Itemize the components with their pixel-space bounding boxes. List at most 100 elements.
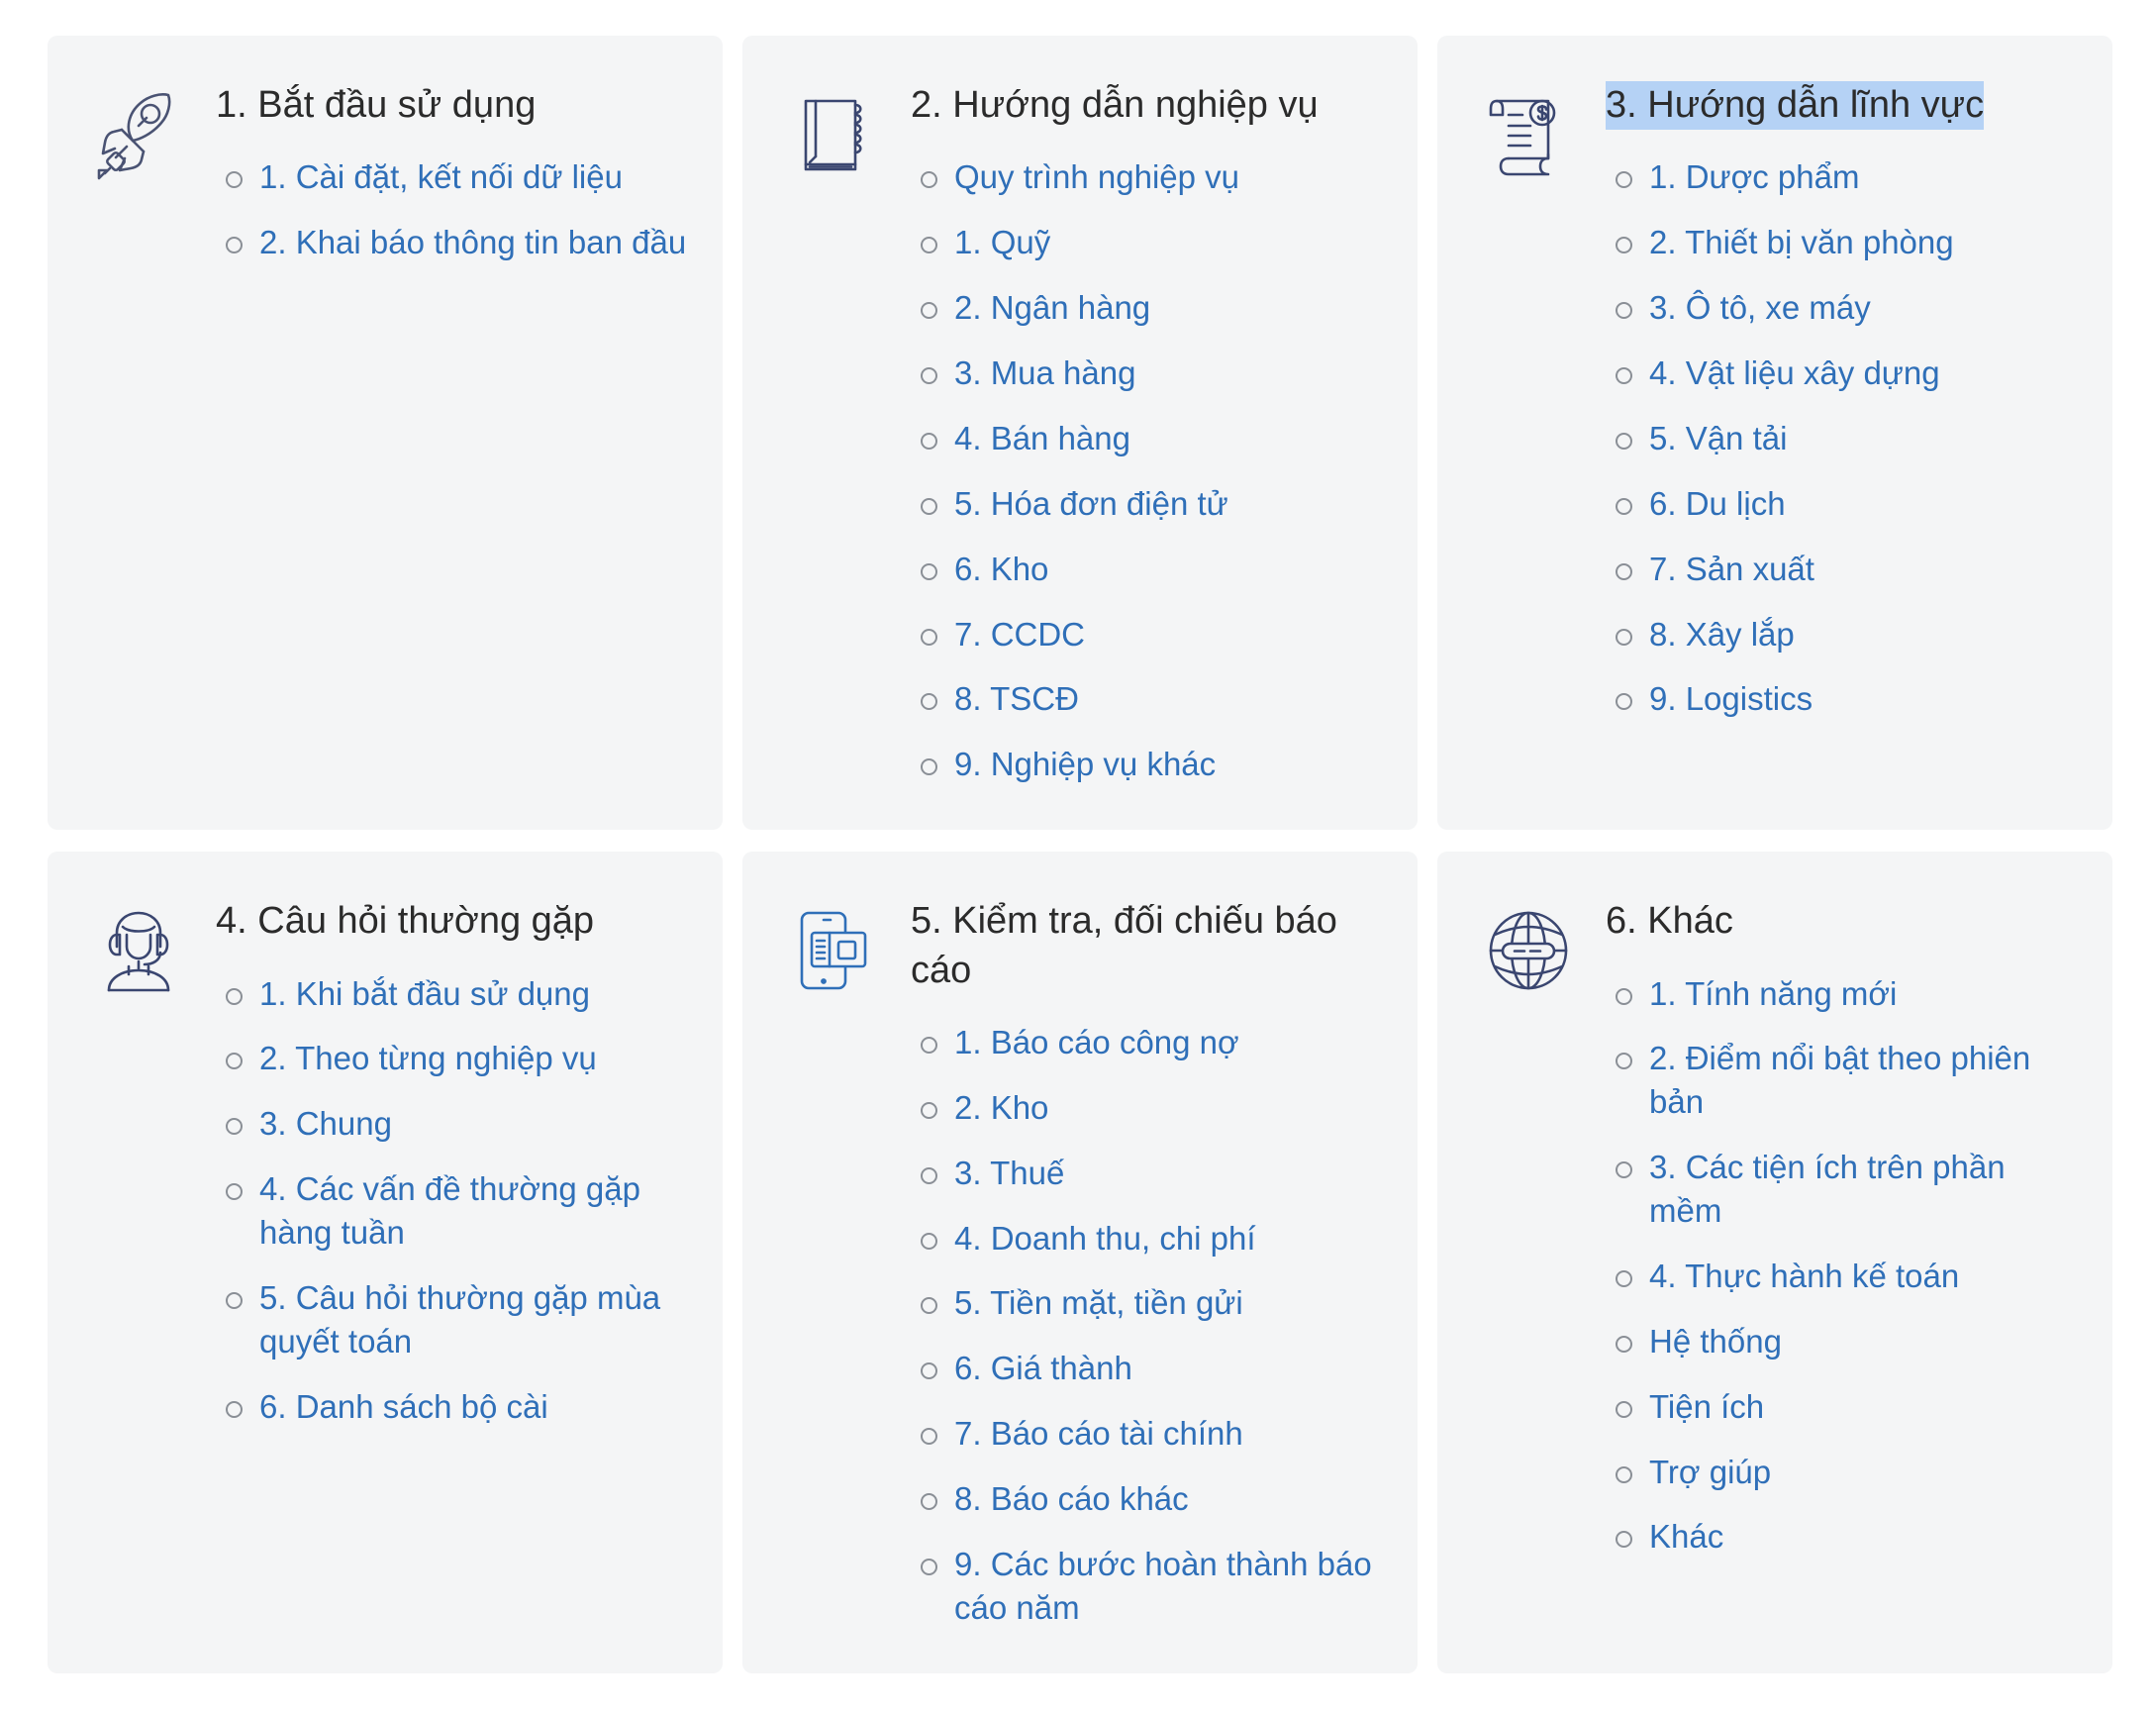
card-faq: 4. Câu hỏi thường gặp 1. Khi bắt đầu sử … (48, 852, 723, 1673)
list-item[interactable]: 4. Vật liệu xây dựng (1606, 352, 2077, 395)
card-link[interactable]: 5. Câu hỏi thường gặp mùa quyết toán (259, 1279, 660, 1360)
list-item[interactable]: 7. CCDC (911, 613, 1382, 656)
card-link[interactable]: 5. Vận tải (1649, 420, 1787, 456)
card-link[interactable]: 3. Chung (259, 1105, 392, 1142)
list-item[interactable]: Hệ thống (1606, 1320, 2077, 1363)
list-item[interactable]: 8. Xây lắp (1606, 613, 2077, 656)
list-item[interactable]: 3. Chung (216, 1102, 687, 1146)
list-item[interactable]: 3. Các tiện ích trên phần mềm (1606, 1146, 2077, 1233)
list-item[interactable]: 5. Vận tải (1606, 417, 2077, 460)
card-link[interactable]: 2. Theo từng nghiệp vụ (259, 1040, 597, 1076)
list-item[interactable]: 4. Các vấn đề thường gặp hàng tuần (216, 1167, 687, 1255)
card-link[interactable]: 2. Khai báo thông tin ban đầu (259, 224, 686, 260)
card-link[interactable]: 4. Doanh thu, chi phí (954, 1220, 1256, 1257)
list-item[interactable]: 1. Báo cáo công nợ (911, 1021, 1382, 1064)
list-item[interactable]: 4. Doanh thu, chi phí (911, 1217, 1382, 1260)
list-item[interactable]: 6. Danh sách bộ cài (216, 1385, 687, 1429)
card-link[interactable]: 4. Thực hành kế toán (1649, 1258, 1959, 1294)
list-item[interactable]: 7. Sản xuất (1606, 548, 2077, 591)
list-item[interactable]: 3. Thuế (911, 1152, 1382, 1195)
card-link[interactable]: 7. CCDC (954, 616, 1085, 653)
card-link[interactable]: 3. Thuế (954, 1155, 1064, 1191)
card-link[interactable]: 1. Tính năng mới (1649, 975, 1897, 1012)
card-link[interactable]: 8. Báo cáo khác (954, 1480, 1189, 1517)
list-item[interactable]: 9. Logistics (1606, 677, 2077, 721)
list-item[interactable]: 5. Câu hỏi thường gặp mùa quyết toán (216, 1276, 687, 1363)
card-body: 3. Hướng dẫn lĩnh vực 1. Dược phẩm 2. Th… (1606, 79, 2077, 721)
list-item[interactable]: 9. Các bước hoàn thành báo cáo năm (911, 1543, 1382, 1630)
card-link[interactable]: Hệ thống (1649, 1323, 1782, 1360)
list-item[interactable]: 8. TSCĐ (911, 677, 1382, 721)
card-link[interactable]: 1. Dược phẩm (1649, 158, 1859, 195)
card-link[interactable]: 5. Tiền mặt, tiền gửi (954, 1284, 1243, 1321)
card-link[interactable]: 6. Danh sách bộ cài (259, 1388, 548, 1425)
card-other: 6. Khác 1. Tính năng mới 2. Điểm nổi bật… (1437, 852, 2112, 1673)
list-item[interactable]: 2. Theo từng nghiệp vụ (216, 1037, 687, 1080)
card-link[interactable]: 2. Điểm nổi bật theo phiên bản (1649, 1040, 2030, 1120)
card-link[interactable]: 2. Kho (954, 1089, 1048, 1126)
list-item[interactable]: 4. Thực hành kế toán (1606, 1255, 2077, 1298)
card-link[interactable]: 6. Du lịch (1649, 485, 1786, 522)
list-item[interactable]: 3. Ô tô, xe máy (1606, 286, 2077, 330)
card-link-list: 1. Dược phẩm 2. Thiết bị văn phòng 3. Ô … (1606, 155, 2077, 721)
list-item[interactable]: 2. Khai báo thông tin ban đầu (216, 221, 687, 264)
card-link[interactable]: 2. Thiết bị văn phòng (1649, 224, 1954, 260)
list-item[interactable]: Tiện ích (1606, 1385, 2077, 1429)
card-link[interactable]: 1. Khi bắt đầu sử dụng (259, 975, 590, 1012)
card-link[interactable]: 6. Giá thành (954, 1350, 1132, 1386)
list-item[interactable]: 3. Mua hàng (911, 352, 1382, 395)
list-item[interactable]: 1. Dược phẩm (1606, 155, 2077, 199)
list-item[interactable]: Khác (1606, 1515, 2077, 1559)
list-item[interactable]: 8. Báo cáo khác (911, 1477, 1382, 1521)
card-link[interactable]: 8. Xây lắp (1649, 616, 1795, 653)
list-item[interactable]: 2. Kho (911, 1086, 1382, 1130)
card-link[interactable]: 4. Các vấn đề thường gặp hàng tuần (259, 1170, 640, 1251)
card-link[interactable]: 7. Sản xuất (1649, 551, 1814, 587)
list-item[interactable]: 6. Giá thành (911, 1347, 1382, 1390)
list-item[interactable]: 6. Du lịch (1606, 482, 2077, 526)
card-link[interactable]: Quy trình nghiệp vụ (954, 158, 1239, 195)
list-item[interactable]: 4. Bán hàng (911, 417, 1382, 460)
card-link[interactable]: 1. Cài đặt, kết nối dữ liệu (259, 158, 623, 195)
notebook-icon (782, 79, 885, 182)
card-title: 2. Hướng dẫn nghiệp vụ (911, 84, 1319, 126)
list-item[interactable]: 9. Nghiệp vụ khác (911, 743, 1382, 786)
card-link[interactable]: 9. Logistics (1649, 680, 1813, 717)
list-item[interactable]: Quy trình nghiệp vụ (911, 155, 1382, 199)
card-link[interactable]: 5. Hóa đơn điện tử (954, 485, 1228, 522)
card-link[interactable]: 4. Vật liệu xây dựng (1649, 354, 1940, 391)
list-item[interactable]: 1. Cài đặt, kết nối dữ liệu (216, 155, 687, 199)
card-report-check: 5. Kiểm tra, đối chiếu báo cáo 1. Báo cá… (742, 852, 1418, 1673)
card-link[interactable]: Tiện ích (1649, 1388, 1764, 1425)
card-body: 6. Khác 1. Tính năng mới 2. Điểm nổi bật… (1606, 895, 2077, 1559)
list-item[interactable]: 5. Tiền mặt, tiền gửi (911, 1281, 1382, 1325)
card-link[interactable]: 9. Nghiệp vụ khác (954, 746, 1216, 782)
list-item[interactable]: 1. Quỹ (911, 221, 1382, 264)
card-link[interactable]: Trợ giúp (1649, 1454, 1771, 1490)
list-item[interactable]: 2. Điểm nổi bật theo phiên bản (1606, 1037, 2077, 1124)
list-item[interactable]: 5. Hóa đơn điện tử (911, 482, 1382, 526)
card-link[interactable]: 1. Quỹ (954, 224, 1050, 260)
list-item[interactable]: 1. Tính năng mới (1606, 972, 2077, 1016)
list-item[interactable]: Trợ giúp (1606, 1451, 2077, 1494)
mobile-report-icon (782, 895, 885, 998)
card-link[interactable]: 2. Ngân hàng (954, 289, 1150, 326)
card-link[interactable]: 6. Kho (954, 551, 1048, 587)
card-link[interactable]: 3. Mua hàng (954, 354, 1135, 391)
card-link[interactable]: 3. Ô tô, xe máy (1649, 289, 1871, 326)
list-item[interactable]: 1. Khi bắt đầu sử dụng (216, 972, 687, 1016)
card-link[interactable]: 9. Các bước hoàn thành báo cáo năm (954, 1546, 1372, 1626)
card-link[interactable]: 7. Báo cáo tài chính (954, 1415, 1243, 1452)
list-item[interactable]: 2. Ngân hàng (911, 286, 1382, 330)
list-item[interactable]: 2. Thiết bị văn phòng (1606, 221, 2077, 264)
card-link[interactable]: Khác (1649, 1518, 1723, 1555)
card-link-list: 1. Báo cáo công nợ 2. Kho 3. Thuế 4. Doa… (911, 1021, 1382, 1630)
card-body: 5. Kiểm tra, đối chiếu báo cáo 1. Báo cá… (911, 895, 1382, 1630)
card-link[interactable]: 8. TSCĐ (954, 680, 1079, 717)
card-link[interactable]: 4. Bán hàng (954, 420, 1130, 456)
globe-icon (1477, 895, 1580, 998)
card-link[interactable]: 3. Các tiện ích trên phần mềm (1649, 1149, 2006, 1229)
card-link[interactable]: 1. Báo cáo công nợ (954, 1024, 1239, 1060)
list-item[interactable]: 6. Kho (911, 548, 1382, 591)
list-item[interactable]: 7. Báo cáo tài chính (911, 1412, 1382, 1456)
